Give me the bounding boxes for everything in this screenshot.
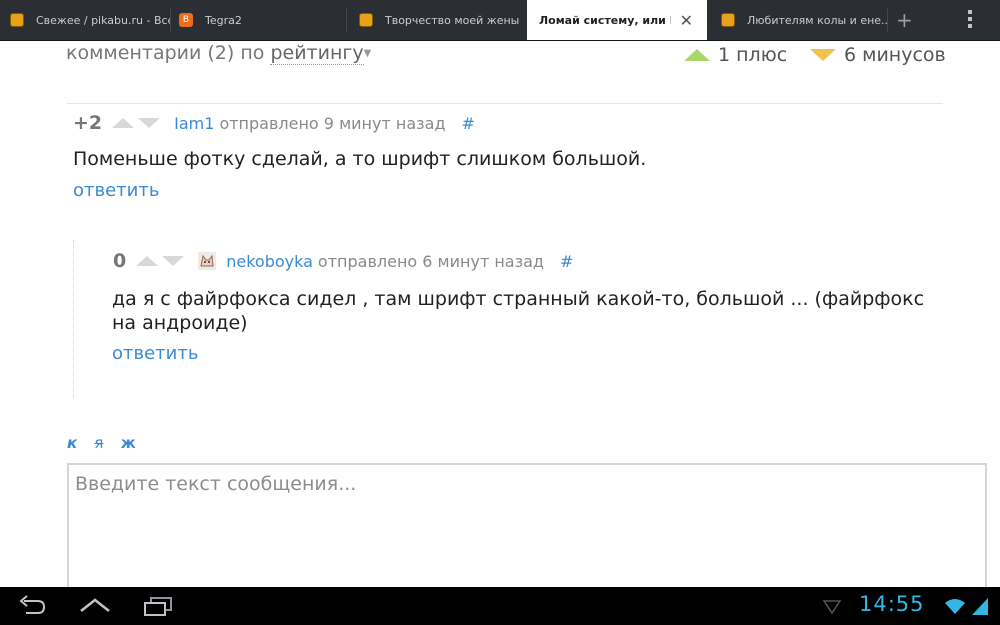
comment-meta: +2 Iam1 отправлено 9 минут назад # bbox=[73, 112, 475, 134]
overflow-menu-icon[interactable] bbox=[968, 10, 974, 31]
upvote-icon[interactable] bbox=[112, 118, 135, 128]
tab-wife-creativity[interactable]: Творчество моей жены bbox=[347, 0, 527, 40]
minus-count: 6 минусов bbox=[810, 44, 946, 66]
signal-icon bbox=[972, 598, 988, 615]
pikabu-icon bbox=[10, 13, 24, 27]
comment-timestamp: отправлено 6 минут назад bbox=[317, 251, 544, 271]
comment-author-link[interactable]: nekoboyka bbox=[226, 252, 313, 271]
tab-title: Творчество моей жены bbox=[385, 13, 520, 27]
comments-count-label: комментарии (2) по bbox=[66, 42, 265, 64]
strikethrough-button[interactable]: я bbox=[94, 434, 103, 452]
italic-button[interactable]: к bbox=[67, 434, 77, 452]
tab-title: Любителям колы и ене... bbox=[747, 13, 887, 27]
wifi-icon bbox=[945, 599, 965, 614]
bold-button[interactable]: ж bbox=[121, 434, 136, 452]
pikabu-icon bbox=[359, 13, 373, 27]
thumb-down-icon bbox=[810, 49, 836, 61]
chevron-down-icon[interactable]: ▼ bbox=[364, 48, 372, 59]
tab-pikabu-fresh[interactable]: Свежее / pikabu.ru - Все bbox=[0, 0, 170, 40]
comments-header: комментарии (2) по рейтингу▼ bbox=[66, 42, 372, 65]
clock: 14:55 bbox=[859, 592, 925, 616]
comment-permalink[interactable]: # bbox=[462, 114, 475, 133]
upvote-icon[interactable] bbox=[136, 256, 159, 266]
comment-score: +2 bbox=[73, 112, 103, 134]
close-tab-icon[interactable]: ✕ bbox=[680, 11, 693, 30]
thumb-up-icon bbox=[684, 49, 710, 61]
pikabu-icon bbox=[721, 13, 735, 27]
tab-cola-lovers[interactable]: Любителям колы и ене... bbox=[707, 0, 887, 40]
home-icon[interactable] bbox=[78, 595, 112, 617]
blogger-icon: B bbox=[179, 13, 193, 27]
system-bar: 14:55 bbox=[0, 587, 1000, 625]
keyboard-icon bbox=[822, 600, 842, 615]
reply-link[interactable]: ответить bbox=[112, 343, 198, 364]
downvote-icon[interactable] bbox=[138, 118, 161, 128]
tab-title: Свежее / pikabu.ru - Все bbox=[36, 13, 170, 27]
minus-label: 6 минусов bbox=[844, 44, 946, 66]
page-content: комментарии (2) по рейтингу▼ 1 плюс 6 ми… bbox=[0, 41, 1000, 587]
plus-label: 1 плюс bbox=[718, 44, 788, 66]
back-icon[interactable] bbox=[16, 595, 48, 617]
divider bbox=[67, 103, 943, 104]
recent-apps-icon[interactable] bbox=[142, 595, 174, 617]
downvote-icon[interactable] bbox=[162, 256, 185, 266]
comment-timestamp: отправлено 9 минут назад bbox=[219, 113, 446, 133]
format-toolbar: к я ж bbox=[67, 434, 148, 452]
tab-break-system[interactable]: Ломай систему, или Ма... ✕ bbox=[527, 0, 707, 40]
comment-author-link[interactable]: Iam1 bbox=[174, 114, 214, 133]
sort-select[interactable]: рейтингу bbox=[270, 42, 364, 65]
comment-text: Поменьше фотку сделай, а то шрифт слишко… bbox=[73, 148, 647, 170]
plus-count: 1 плюс bbox=[684, 44, 787, 66]
new-tab-icon[interactable]: + bbox=[896, 8, 913, 32]
browser-tab-bar: Свежее / pikabu.ru - Все B Tegra2 Творче… bbox=[0, 0, 1000, 41]
tab-title: Ломай систему, или Ма... bbox=[539, 13, 671, 27]
comment-permalink[interactable]: # bbox=[560, 252, 573, 271]
reply-link[interactable]: ответить bbox=[73, 180, 159, 201]
comment-meta: 0 nekoboyka отправлено 6 минут назад # bbox=[113, 250, 573, 272]
tab-title: Tegra2 bbox=[205, 13, 242, 27]
comment-score: 0 bbox=[113, 250, 127, 272]
avatar bbox=[198, 252, 217, 270]
tab-tegra2[interactable]: B Tegra2 bbox=[171, 0, 346, 40]
comment-text: да я с файрфокса сидел , там шрифт стран… bbox=[112, 288, 925, 334]
message-input[interactable]: Введите текст сообщения... bbox=[67, 463, 987, 587]
thread-line bbox=[73, 240, 74, 398]
